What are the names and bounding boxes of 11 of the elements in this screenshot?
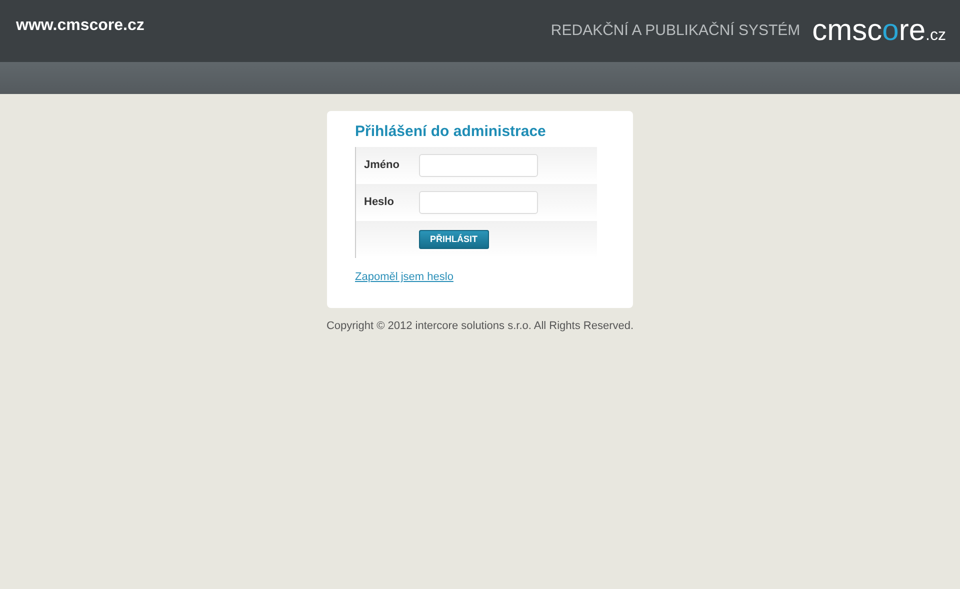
login-button[interactable]: PŘIHLÁSIT: [419, 230, 489, 249]
copyright: Copyright © 2012 intercore solutions s.r.o. All Rights Reserved.: [325, 319, 635, 334]
input-field[interactable]: [419, 154, 538, 177]
forgot-password-link[interactable]: Zapoměl jsem heslo: [355, 269, 454, 286]
tagline: REDAKČNÍ A PUBLIKAČNÍ SYSTÉM: [550, 20, 800, 41]
site-url: www.cmscore.cz: [16, 16, 144, 36]
input-field[interactable]: [419, 191, 538, 214]
login-title: Přihlášení do administrace: [355, 123, 547, 141]
field-label: Jméno: [363, 158, 400, 174]
field-label: Heslo: [363, 195, 395, 210]
logo: cmscore.cz: [812, 16, 946, 46]
